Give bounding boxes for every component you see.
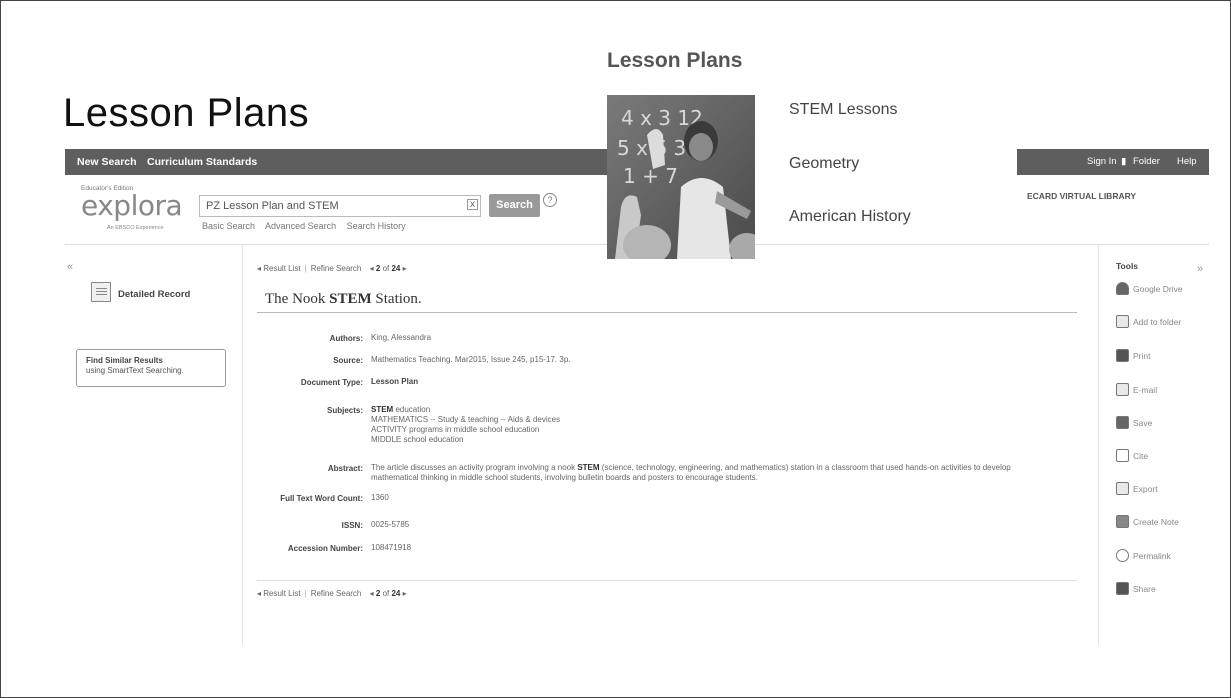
tool-label: Google Drive (1133, 284, 1183, 294)
refine-search-link[interactable]: Refine Search (311, 589, 362, 598)
issn-label: ISSN: (341, 521, 363, 530)
doctype-value: Lesson Plan (371, 377, 419, 386)
export-icon (1116, 482, 1129, 495)
next-record-icon[interactable]: ▸ (403, 589, 407, 598)
of-label: of (382, 264, 390, 273)
plus-icon (1116, 582, 1129, 595)
search-input[interactable]: PZ Lesson Plan and STEM (199, 195, 481, 217)
svg-text:1 + 7: 1 + 7 (623, 164, 678, 188)
title-divider (257, 312, 1077, 313)
wordcount-label: Full Text Word Count: (280, 494, 363, 503)
tool-label: Export (1133, 484, 1158, 494)
new-search-link[interactable]: New Search (77, 149, 137, 175)
record-position: 2 (375, 589, 381, 598)
subjects-list: STEM education MATHEMATICS -- Study & te… (371, 405, 560, 445)
collapse-right-icon[interactable]: » (1197, 263, 1203, 275)
logo-subtitle: An EBSCO Experience (107, 225, 164, 231)
abstract-label: Abstract: (327, 464, 363, 473)
basic-search-link[interactable]: Basic Search (202, 221, 255, 231)
printer-icon (1116, 349, 1129, 362)
tool-label: Save (1133, 418, 1153, 428)
document-icon (1116, 449, 1129, 462)
curriculum-standards-link[interactable]: Curriculum Standards (147, 149, 257, 175)
right-column-divider (1098, 245, 1099, 645)
envelope-icon (1116, 383, 1129, 396)
topic-stem-lessons: STEM Lessons (789, 101, 898, 118)
doctype-label: Document Type: (300, 378, 363, 387)
help-icon[interactable]: ? (543, 193, 557, 207)
folder-icon[interactable]: ▮ (1121, 149, 1126, 175)
subjects-label: Subjects: (326, 406, 363, 415)
left-column-divider (242, 245, 243, 645)
wordcount-value: 1360 (371, 493, 389, 502)
note-icon (1116, 515, 1129, 528)
tool-label: Print (1133, 351, 1151, 361)
topic-geometry: Geometry (789, 155, 860, 172)
tool-label: Add to folder (1133, 317, 1182, 327)
advanced-search-link[interactable]: Advanced Search (265, 221, 336, 231)
subject-item[interactable]: MIDDLE school education (371, 435, 560, 445)
google-drive-icon (1116, 282, 1129, 295)
accession-value: 108471918 (371, 543, 412, 552)
topic-american-history: American History (789, 208, 911, 225)
tool-label: Share (1133, 584, 1156, 594)
record-total: 24 (391, 589, 401, 598)
record-total: 24 (391, 264, 401, 273)
title-part: The Nook (265, 291, 330, 307)
tool-label: E-mail (1133, 385, 1158, 395)
issn-value: 0025-5785 (371, 520, 410, 529)
result-nav-bottom: ◂ Result List | Refine Search ◂ 2 of 24 ▸ (257, 589, 407, 598)
authors-label: Authors: (329, 334, 363, 343)
library-name: ECARD VIRTUAL LIBRARY (1027, 191, 1137, 201)
prev-record-icon[interactable]: ◂ (370, 264, 374, 273)
slide-title: Lesson Plans (63, 91, 310, 135)
teacher-classroom-photo: 4 x 3 12 5 x 6 30 1 + 7 (607, 95, 755, 259)
footer-divider (257, 580, 1077, 581)
abstract-value: The article discusses an activity progra… (371, 463, 1011, 482)
subject-item[interactable]: STEM education (371, 405, 560, 415)
tools-title: Tools (1116, 261, 1139, 271)
search-history-link[interactable]: Search History (347, 221, 406, 231)
photo-illustration: 4 x 3 12 5 x 6 30 1 + 7 (607, 95, 755, 259)
of-label: of (382, 589, 390, 598)
next-record-icon[interactable]: ▸ (403, 264, 407, 273)
detailed-record-icon (91, 282, 111, 302)
result-nav-top: ◂ Result List | Refine Search ◂ 2 of 24 ▸ (257, 264, 407, 273)
floppy-disk-icon (1116, 416, 1129, 429)
refine-search-link[interactable]: Refine Search (311, 264, 362, 273)
folder-link[interactable]: Folder (1133, 149, 1160, 175)
link-icon (1116, 549, 1129, 562)
record-position: 2 (375, 264, 381, 273)
back-arrow-icon: ◂ (257, 264, 262, 273)
subject-item[interactable]: ACTIVITY programs in middle school educa… (371, 425, 560, 435)
subject-item[interactable]: MATHEMATICS -- Study & teaching -- Aids … (371, 415, 560, 425)
accession-label: Accession Number: (287, 544, 363, 553)
explora-logo[interactable]: explora (81, 189, 183, 222)
back-arrow-icon: ◂ (257, 589, 262, 598)
source-label: Source: (333, 356, 363, 365)
folder-icon (1116, 315, 1129, 328)
collapse-left-icon[interactable]: « (67, 261, 73, 273)
search-mode-links: Basic Search Advanced Search Search Hist… (202, 221, 414, 231)
sign-in-link[interactable]: Sign In (1087, 149, 1117, 175)
help-link[interactable]: Help (1177, 149, 1197, 175)
result-list-link[interactable]: Result List (263, 264, 300, 273)
authors-value[interactable]: King, Alessandra (371, 333, 431, 343)
detailed-record-label[interactable]: Detailed Record (118, 289, 190, 300)
tool-label: Cite (1133, 451, 1149, 461)
search-button[interactable]: Search (489, 194, 540, 217)
find-similar-subtitle: using SmartText Searching. (86, 366, 184, 375)
title-highlight: STEM (329, 291, 372, 307)
source-value: Mathematics Teaching. Mar2015, Issue 245… (371, 355, 571, 364)
tool-label: Permalink (1133, 551, 1171, 561)
result-list-link[interactable]: Result List (263, 589, 300, 598)
overlay-title: Lesson Plans (607, 49, 743, 72)
prev-record-icon[interactable]: ◂ (370, 589, 374, 598)
tool-label: Create Note (1133, 517, 1179, 527)
record-title: The Nook STEM Station. (265, 291, 422, 308)
clear-search-icon[interactable]: x (467, 199, 478, 210)
title-part: Station. (371, 291, 422, 307)
slide: Lesson Plans New Search Curriculum Stand… (0, 0, 1231, 698)
